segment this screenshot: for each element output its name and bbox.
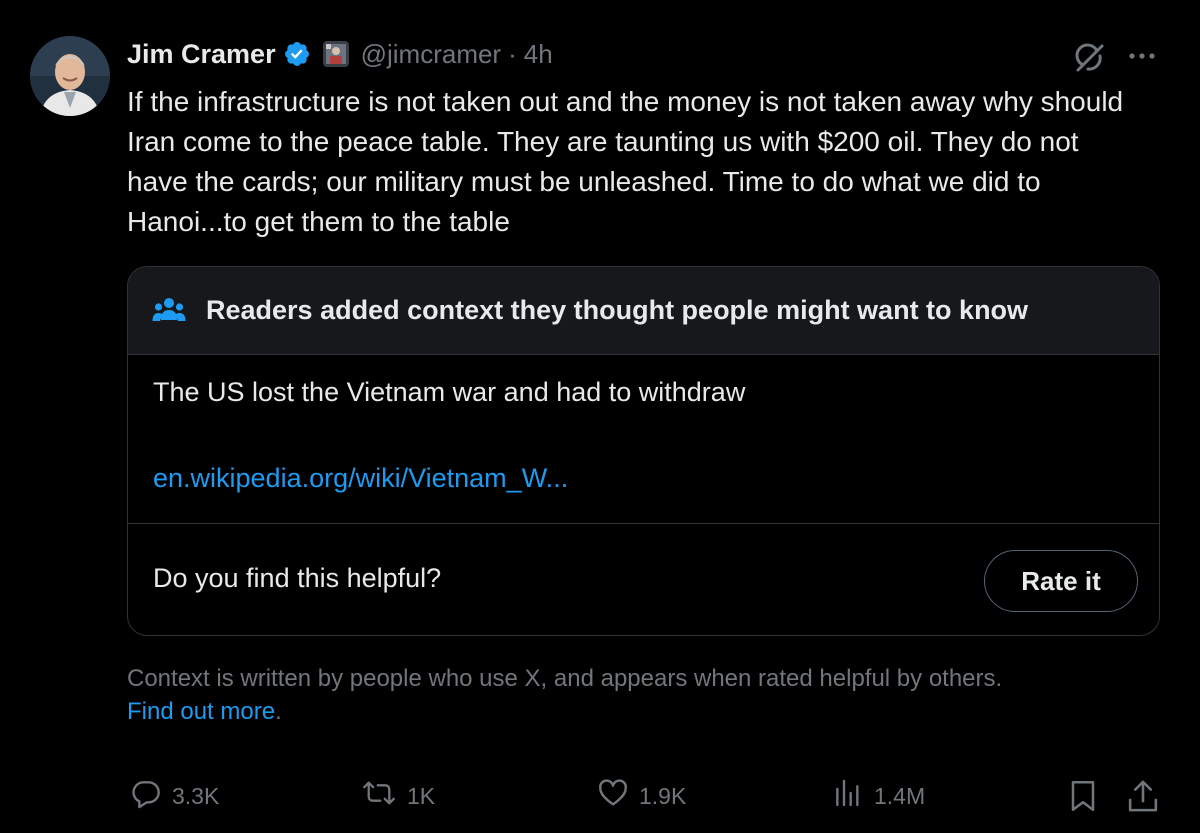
reply-button[interactable]: 3.3K — [130, 778, 219, 814]
community-note-divider — [128, 523, 1159, 524]
disclaimer-text: Context is written by people who use X, … — [127, 665, 1003, 692]
avatar[interactable] — [30, 36, 110, 116]
community-note-card: Readers added context they thought peopl… — [127, 266, 1160, 636]
helpful-question: Do you find this helpful? — [153, 563, 442, 593]
author-handle[interactable]: @jimcramer — [361, 39, 502, 70]
repost-icon — [361, 777, 407, 815]
affiliation-badge-icon[interactable] — [322, 41, 349, 67]
people-icon — [152, 296, 186, 326]
disclaimer-link-suffix: . — [275, 698, 282, 725]
views-icon — [832, 777, 874, 815]
heart-icon — [597, 777, 639, 815]
find-out-more-link[interactable]: Find out more — [127, 698, 275, 725]
reply-icon — [130, 777, 172, 815]
share-icon[interactable] — [1126, 778, 1160, 814]
tweet-time[interactable]: 4h — [524, 39, 553, 70]
repost-button[interactable]: 1K — [361, 778, 435, 814]
author-name[interactable]: Jim Cramer — [127, 39, 276, 70]
grok-icon[interactable] — [1070, 38, 1110, 78]
context-disclaimer: Context is written by people who use X, … — [127, 662, 1147, 728]
community-note-title: Readers added context they thought peopl… — [206, 295, 1029, 325]
repost-count: 1K — [407, 782, 436, 809]
bookmark-icon[interactable] — [1068, 778, 1098, 814]
tweet-text: If the infrastructure is not taken out a… — [127, 86, 1124, 237]
like-button[interactable]: 1.9K — [597, 778, 686, 814]
like-count: 1.9K — [639, 782, 687, 809]
reply-count: 3.3K — [172, 782, 220, 809]
verified-badge-icon[interactable] — [283, 40, 311, 68]
rate-it-button[interactable]: Rate it — [984, 550, 1138, 612]
views-button[interactable]: 1.4M — [832, 778, 925, 814]
community-note-header: Readers added context they thought peopl… — [128, 267, 1159, 355]
tweet-header: Jim Cramer @jimcramer · 4h — [127, 36, 553, 72]
header-separator: · — [508, 38, 517, 69]
community-note-link[interactable]: en.wikipedia.org/wiki/Vietnam_W... — [153, 463, 568, 494]
community-note-body: The US lost the Vietnam war and had to w… — [153, 377, 746, 407]
more-icon[interactable] — [1124, 42, 1160, 70]
views-count: 1.4M — [874, 782, 926, 809]
